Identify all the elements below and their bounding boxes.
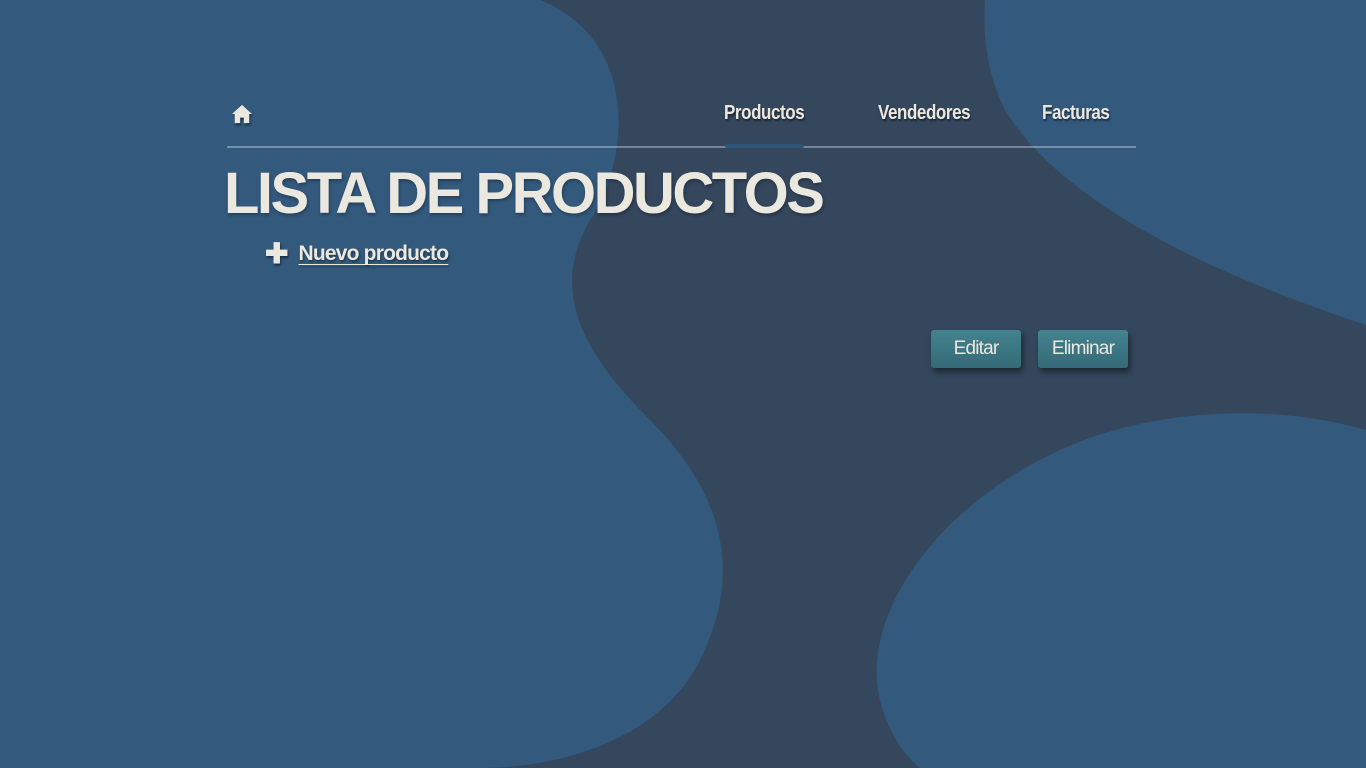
page-title: LISTA DE PRODUCTOS xyxy=(224,161,825,226)
background-blob-top-right xyxy=(984,0,1366,325)
nav-link-facturas[interactable]: Facturas xyxy=(1042,102,1110,125)
edit-button[interactable]: Editar xyxy=(931,330,1021,368)
plus-icon: ✚ xyxy=(265,238,289,269)
active-nav-indicator xyxy=(725,144,804,148)
main-nav: Productos Vendedores Facturas xyxy=(227,96,1136,148)
new-product-link[interactable]: ✚ Nuevo producto xyxy=(265,238,449,269)
delete-button[interactable]: Eliminar xyxy=(1038,330,1128,368)
nav-link-productos[interactable]: Productos xyxy=(724,102,805,125)
background-blob-bottom-right xyxy=(876,413,1366,768)
home-icon[interactable] xyxy=(231,104,253,124)
new-product-label: Nuevo producto xyxy=(298,242,449,265)
nav-link-vendedores[interactable]: Vendedores xyxy=(878,102,971,125)
